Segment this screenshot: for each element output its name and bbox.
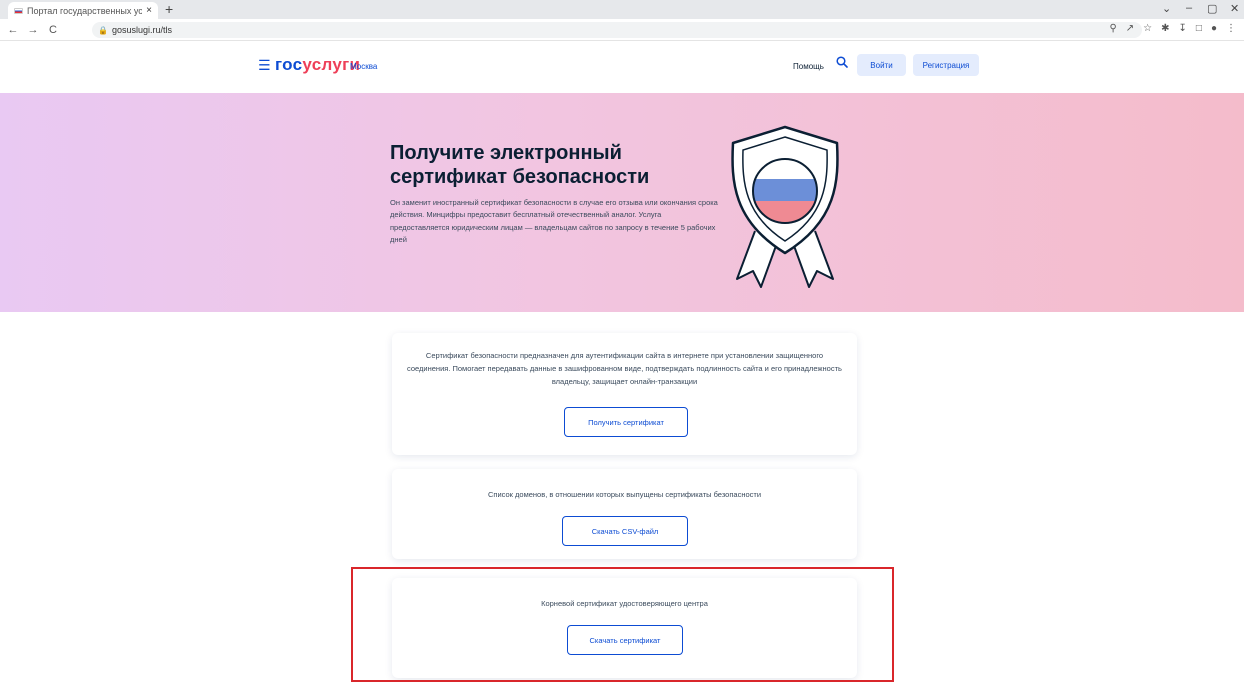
search-icon[interactable] <box>836 56 848 68</box>
profile-icon[interactable]: ● <box>1211 23 1217 34</box>
browser-tab[interactable]: Портал государственных услуг × <box>8 2 158 19</box>
hero-title-line-2: сертификат безопасности <box>390 166 650 188</box>
address-bar[interactable]: 🔒 gosuslugi.ru/tls <box>92 22 1142 38</box>
info-card-domains: Список доменов, в отношении которых выпу… <box>392 469 857 559</box>
browser-toolbar: ← → C 🔒 gosuslugi.ru/tls ⚲ ↗ ☆ ✱ ↧ □ ● ⋮ <box>0 19 1244 41</box>
extensions-icon[interactable]: ✱ <box>1161 23 1169 34</box>
get-certificate-button[interactable]: Получить сертификат <box>564 407 688 437</box>
gosuslugi-logo[interactable]: госуслуги <box>275 55 360 75</box>
russia-flag-icon <box>14 7 23 14</box>
new-tab-button[interactable]: + <box>165 2 173 16</box>
minimize-button[interactable]: – <box>1186 2 1192 14</box>
share-icon[interactable]: ↗ <box>1126 23 1134 34</box>
info-card-certificate: Сертификат безопасности предназначен для… <box>392 333 857 455</box>
card-description: Сертификат безопасности предназначен для… <box>407 351 842 386</box>
hero-title-line-1: Получите электронный <box>390 142 622 164</box>
toolbar-icons: ⚲ ↗ ☆ ✱ ↧ □ ● ⋮ <box>1109 23 1236 34</box>
back-button[interactable]: ← <box>6 24 20 36</box>
maximize-button[interactable]: ▢ <box>1207 2 1217 15</box>
sidepanel-icon[interactable]: □ <box>1196 23 1202 34</box>
browser-tabstrip: Портал государственных услуг × + ⌄ – ▢ ✕ <box>0 0 1244 19</box>
hero-title: Получите электронный сертификат безопасн… <box>390 141 690 189</box>
tab-search-icon[interactable]: ⌄ <box>1162 2 1171 15</box>
tab-title: Портал государственных услуг <box>27 5 143 16</box>
menu-icon[interactable]: ☰ <box>258 58 271 72</box>
download-csv-button[interactable]: Скачать CSV-файл <box>562 516 688 546</box>
card-description: Список доменов, в отношении которых выпу… <box>487 490 762 499</box>
forward-button[interactable]: → <box>26 24 40 36</box>
hero-description: Он заменит иностранный сертификат безопа… <box>390 198 718 245</box>
logo-gos-text: гос <box>275 55 303 74</box>
download-icon[interactable]: ↧ <box>1179 23 1187 34</box>
city-selector[interactable]: Москва <box>350 62 377 71</box>
zoom-icon[interactable]: ⚲ <box>1109 23 1116 34</box>
site-header: ☰ госуслуги Москва Помощь Войти Регистра… <box>0 41 1244 93</box>
highlight-frame <box>351 567 894 682</box>
reload-button[interactable]: C <box>46 24 60 36</box>
menu-dots-icon[interactable]: ⋮ <box>1226 23 1236 34</box>
certificate-badge-icon <box>731 125 839 288</box>
url-text: gosuslugi.ru/tls <box>111 25 172 35</box>
close-tab-icon[interactable]: × <box>146 5 152 16</box>
login-button[interactable]: Войти <box>857 54 906 76</box>
hero-banner: Получите электронный сертификат безопасн… <box>0 93 1244 312</box>
bookmark-star-icon[interactable]: ☆ <box>1143 23 1152 34</box>
lock-icon[interactable]: 🔒 <box>98 26 108 35</box>
register-button[interactable]: Регистрация <box>913 54 979 76</box>
close-window-button[interactable]: ✕ <box>1230 2 1239 15</box>
help-link[interactable]: Помощь <box>793 62 824 71</box>
